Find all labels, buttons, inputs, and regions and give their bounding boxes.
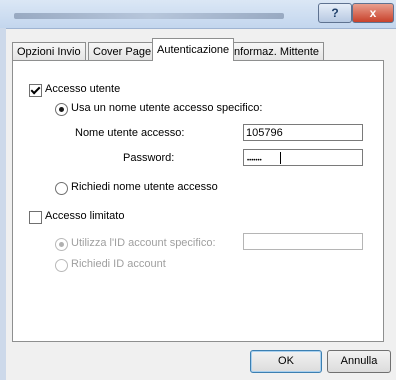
tab-informaz-mittente[interactable]: Informaz. Mittente — [226, 42, 325, 61]
user-access-checkbox[interactable] — [29, 84, 42, 97]
username-input[interactable]: 105796 — [243, 124, 363, 141]
ask-username-radio[interactable] — [55, 182, 68, 195]
ask-account-id-label: Richiedi ID account — [71, 258, 166, 270]
window-frame-edge — [0, 28, 6, 380]
password-mask: ••••••• — [247, 158, 262, 164]
ok-button[interactable]: OK — [250, 350, 322, 373]
help-button[interactable]: ? — [318, 3, 352, 23]
ask-username-label: Richiedi nome utente accesso — [71, 181, 218, 193]
blurred-title — [14, 13, 284, 19]
tab-cover-page[interactable]: Cover Page — [88, 42, 157, 61]
password-label: Password: — [123, 152, 175, 164]
username-label: Nome utente accesso: — [75, 127, 185, 139]
limited-access-checkbox[interactable] — [29, 211, 42, 224]
use-account-id-label: Utilizza l'ID account specifico: — [71, 237, 216, 249]
password-input[interactable]: ••••••• — [243, 149, 363, 166]
dialog-window: ? x Opzioni Invio Cover Page Autenticazi… — [0, 0, 396, 380]
account-id-input[interactable] — [243, 233, 363, 250]
title-bar[interactable]: ? x — [0, 0, 396, 29]
use-account-id-radio[interactable] — [55, 238, 68, 251]
tab-autenticazione[interactable]: Autenticazione — [152, 38, 235, 61]
use-specific-username-label: Usa un nome utente accesso specifico: — [71, 102, 263, 114]
user-access-label: Accesso utente — [45, 83, 121, 95]
cancel-button[interactable]: Annulla — [327, 350, 391, 373]
authentication-panel: Accesso utente Usa un nome utente access… — [12, 60, 384, 342]
limited-access-label: Accesso limitato — [45, 210, 125, 222]
close-button[interactable]: x — [352, 3, 394, 23]
use-specific-username-radio[interactable] — [55, 103, 68, 116]
tab-opzioni-invio[interactable]: Opzioni Invio — [12, 42, 86, 61]
text-caret — [280, 152, 281, 164]
ask-account-id-radio[interactable] — [55, 259, 68, 272]
